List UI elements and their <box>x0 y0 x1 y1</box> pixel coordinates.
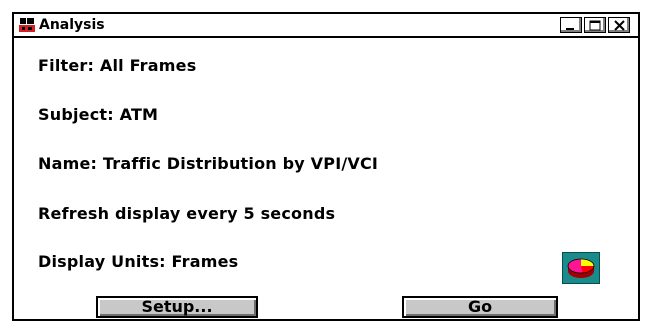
refresh-label: Refresh display every 5 seconds <box>38 204 336 223</box>
subject-label: Subject: ATM <box>38 105 159 124</box>
minimize-button[interactable] <box>560 17 582 33</box>
close-icon <box>614 20 625 31</box>
name-label: Name: Traffic Distribution by VPI/VCI <box>38 154 379 173</box>
setup-button[interactable]: Setup... <box>96 296 258 318</box>
display-units-label: Display Units: Frames <box>38 252 239 271</box>
window-title: Analysis <box>39 17 105 33</box>
network-analyzer-icon <box>18 16 36 33</box>
pie-chart-icon <box>567 258 595 278</box>
filter-label: Filter: All Frames <box>38 56 197 75</box>
analysis-window: Analysis Filter: All Frames Subject: ATM <box>12 12 640 321</box>
minimize-icon <box>566 28 574 30</box>
maximize-button[interactable] <box>584 17 606 33</box>
chart-type-button[interactable] <box>562 252 600 284</box>
maximize-icon <box>589 20 601 31</box>
go-button[interactable]: Go <box>402 296 558 318</box>
title-bar[interactable]: Analysis <box>14 14 638 38</box>
close-button[interactable] <box>608 17 630 33</box>
